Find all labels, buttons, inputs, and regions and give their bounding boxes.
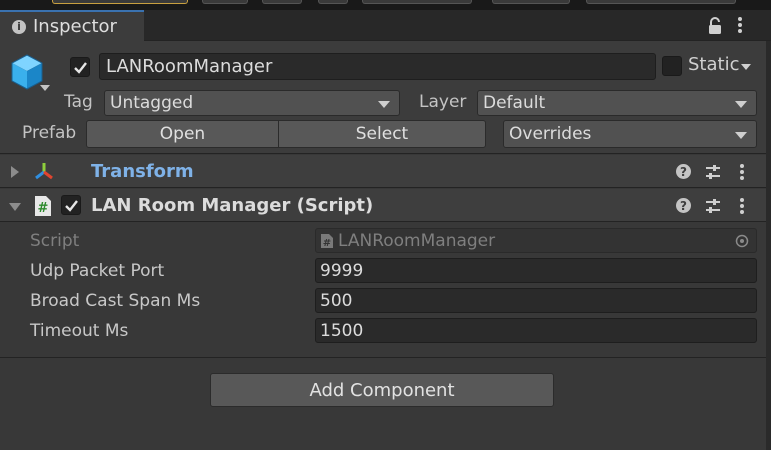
- help-icon[interactable]: ?: [676, 164, 691, 179]
- cube-icon: [11, 54, 43, 90]
- active-toggle[interactable]: [70, 57, 90, 77]
- presets-icon[interactable]: [705, 163, 721, 181]
- object-name-field[interactable]: LANRoomManager: [99, 53, 656, 80]
- object-picker-icon[interactable]: [735, 234, 749, 248]
- top-toolbar-strip: [0, 0, 771, 10]
- svg-text:#: #: [323, 238, 331, 249]
- toolbar-button[interactable]: [202, 0, 248, 4]
- overrides-dropdown[interactable]: Overrides: [503, 120, 757, 148]
- tab-label: Inspector: [33, 16, 117, 37]
- prefab-label: Prefab: [22, 123, 77, 143]
- tag-value: Untagged: [110, 93, 194, 113]
- toolbar-button[interactable]: [492, 0, 570, 4]
- kebab-menu-icon[interactable]: [739, 163, 745, 181]
- script-reference-field: # LANRoomManager: [315, 228, 757, 253]
- broad-cast-span-ms-field[interactable]: 500: [315, 288, 757, 313]
- static-dropdown-arrow[interactable]: [741, 64, 751, 70]
- toolbar-button[interactable]: [52, 0, 188, 4]
- property-label-script: Script: [30, 231, 80, 251]
- object-name-text: LANRoomManager: [106, 56, 273, 77]
- toolbar-button[interactable]: [362, 0, 472, 4]
- help-icon[interactable]: ?: [676, 198, 691, 213]
- tab-inspector[interactable]: i Inspector: [0, 10, 144, 41]
- property-label-timeout-ms: Timeout Ms: [30, 321, 129, 341]
- icon-dropdown-arrow[interactable]: [40, 85, 50, 91]
- prefab-select-label: Select: [355, 124, 409, 144]
- info-icon: i: [12, 19, 26, 34]
- layer-dropdown[interactable]: Default: [477, 90, 757, 116]
- static-label[interactable]: Static: [688, 54, 739, 75]
- property-label-broad-cast-span-ms: Broad Cast Span Ms: [30, 291, 201, 311]
- udp-packet-port-field[interactable]: 9999: [315, 258, 757, 283]
- script-enabled-toggle[interactable]: [61, 195, 81, 215]
- static-checkbox[interactable]: [662, 56, 682, 76]
- toolbar-button[interactable]: [586, 0, 736, 4]
- transform-axes-icon: [35, 163, 53, 180]
- chevron-down-icon: [735, 101, 747, 108]
- overrides-label: Overrides: [509, 124, 592, 144]
- kebab-menu-icon[interactable]: [739, 197, 745, 215]
- prefab-open-button[interactable]: Open: [86, 120, 279, 148]
- add-component-label: Add Component: [309, 379, 455, 401]
- prefab-select-button[interactable]: Select: [278, 120, 486, 148]
- script-component-title: LAN Room Manager (Script): [91, 195, 374, 216]
- timeout-ms-value: 1500: [320, 320, 364, 341]
- tag-dropdown[interactable]: Untagged: [104, 90, 400, 116]
- svg-text:#: #: [38, 201, 49, 216]
- csharp-script-icon: #: [321, 233, 333, 249]
- script-component-header[interactable]: # LAN Room Manager (Script) ?: [0, 189, 771, 222]
- presets-icon[interactable]: [705, 197, 721, 215]
- property-label-udp-packet-port: Udp Packet Port: [30, 261, 165, 281]
- script-reference-value: LANRoomManager: [338, 230, 496, 251]
- toolbar-button[interactable]: [318, 0, 348, 4]
- foldout-arrow-icon[interactable]: [9, 203, 21, 211]
- add-component-button[interactable]: Add Component: [210, 373, 554, 407]
- csharp-script-icon: #: [35, 196, 51, 216]
- udp-packet-port-value: 9999: [320, 260, 364, 281]
- foldout-arrow-icon[interactable]: [11, 166, 19, 178]
- prefab-open-label: Open: [159, 124, 206, 144]
- transform-component-header[interactable]: Transform ?: [0, 155, 771, 188]
- layer-label: Layer: [419, 92, 467, 112]
- tag-label: Tag: [64, 92, 93, 112]
- chevron-down-icon: [378, 101, 390, 108]
- kebab-menu-icon[interactable]: [733, 15, 747, 35]
- chevron-down-icon: [735, 132, 747, 139]
- transform-title: Transform: [91, 161, 194, 182]
- tab-bar: i Inspector: [0, 10, 771, 41]
- broad-cast-span-ms-value: 500: [320, 290, 353, 311]
- layer-value: Default: [483, 93, 546, 113]
- toolbar-button[interactable]: [262, 0, 302, 4]
- script-component-body: Script # LANRoomManager Udp Packet Port …: [0, 222, 771, 358]
- timeout-ms-field[interactable]: 1500: [315, 318, 757, 343]
- panel-scroll-edge: [766, 41, 771, 450]
- lock-icon[interactable]: [706, 17, 724, 35]
